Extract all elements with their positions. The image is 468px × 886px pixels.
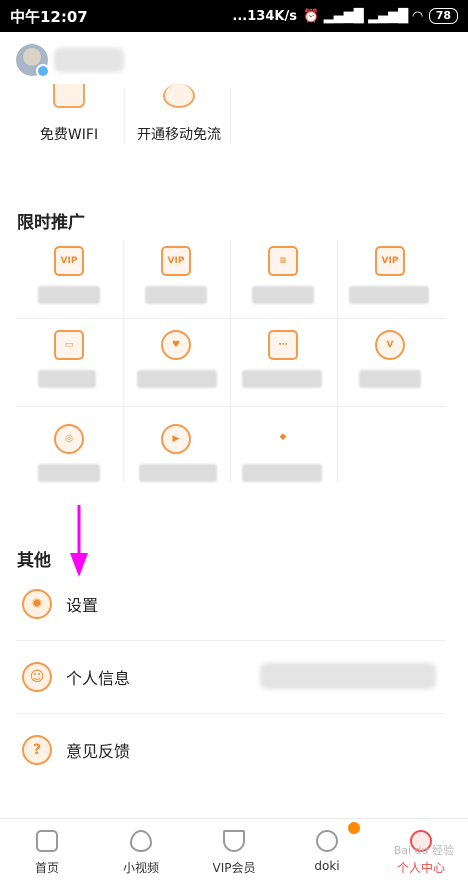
promo-grid: VIP VIP ≡ VIP ▭ ♥ ⋯ V ◎ ▶ ◆ [16,240,446,482]
annotation-arrow [70,505,88,577]
watermark: Bai du 经验 [393,844,454,857]
divider [337,240,338,482]
mobile-free-data-label: 开通移动免流 [137,127,221,143]
home-icon [36,830,58,852]
promo-item[interactable]: ♥ [123,324,229,404]
divider [123,240,124,482]
free-wifi-label: 免费WIFI [39,127,99,143]
username-redacted [54,48,124,72]
vip-crown-icon [223,830,245,852]
redacted-label [242,464,322,482]
network-speed: ...134K/s [232,8,297,24]
redacted-label [252,286,314,304]
nav-short-video[interactable]: 小视频 [94,819,188,886]
redacted-value [260,663,436,689]
redacted-label [139,464,217,482]
divider [16,318,446,319]
mobile-free-data-item[interactable]: 开通移动免流 [126,84,232,146]
redacted-label [359,370,421,388]
ticket-icon: ⋯ [268,330,298,360]
divider [124,88,125,144]
free-wifi-item[interactable]: 免费WIFI [16,84,122,146]
promo-item[interactable]: ▶ [123,418,229,498]
promo-item[interactable]: VIP [337,240,443,320]
promo-item[interactable]: ≡ [230,240,336,320]
vip-ticket-icon: VIP [375,246,405,276]
gift-vip-icon: VIP [54,246,84,276]
heart-shield-icon [163,84,195,108]
promo-item[interactable]: ◎ [16,418,122,498]
settings-label: 设置 [66,596,99,615]
personal-info-item[interactable]: ☺ 个人信息 [16,641,446,714]
redacted-label [38,286,100,304]
nav-short-video-label: 小视频 [122,861,159,875]
profile-header[interactable] [16,44,124,78]
nav-profile-label: 个人中心 [396,861,445,875]
feedback-label: 意见反馈 [66,742,131,761]
promo-item[interactable]: ⋯ [230,324,336,404]
checker-icon: ◆ [279,432,287,442]
nav-home[interactable]: 首页 [0,819,94,886]
drop-icon [130,830,152,852]
divider [16,406,446,407]
notification-dot [348,822,360,834]
gear-icon: ✹ [22,589,52,619]
heart-coin-icon: ♥ [161,330,191,360]
user-face-icon: ☺ [22,662,52,692]
avatar[interactable] [16,44,50,78]
redacted-label [38,464,100,482]
promo-section-title: 限时推广 [17,213,85,233]
status-time: 中午12:07 [10,7,88,26]
promo-item[interactable]: VIP [16,240,122,320]
redacted-label [137,370,217,388]
feedback-item[interactable]: ? 意见反馈 [16,714,446,786]
battery-icon: 78 [428,8,458,24]
promo-item[interactable]: ▭ [16,324,122,404]
top-services: 免费WIFI 开通移动免流 [16,84,452,146]
question-icon: ? [22,735,52,765]
nav-home-label: 首页 [34,861,59,875]
online-badge-icon [36,64,50,78]
personal-info-label: 个人信息 [66,669,131,688]
promo-item[interactable]: ◆ [230,418,336,498]
divider [230,88,231,144]
redacted-label [38,370,96,388]
nav-vip-label: VIP会员 [212,861,256,875]
promo-item[interactable]: V [337,324,443,404]
mascot-icon: ◎ [54,424,84,454]
doki-heart-icon [316,830,338,852]
redacted-label [242,370,322,388]
status-icons: ...134K/s ⏰ ▂▄▆█ ▂▄▆█ ◠ 78 [232,8,458,24]
promo-item[interactable]: VIP [123,240,229,320]
card-icon: ≡ [268,246,298,276]
redacted-label [145,286,207,304]
redacted-label [349,286,429,304]
wifi-card-icon [53,84,85,108]
divider [230,240,231,482]
coupon-icon: ▭ [54,330,84,360]
nav-vip[interactable]: VIP会员 [187,819,281,886]
play-circle-icon: ▶ [161,424,191,454]
v-badge-icon: V [375,330,405,360]
signal-icons: ⏰ ▂▄▆█ ▂▄▆█ ◠ [302,8,423,24]
nav-doki-label: doki [314,859,340,873]
settings-item[interactable]: ✹ 设置 [16,568,446,641]
status-bar: 中午12:07 ...134K/s ⏰ ▂▄▆█ ▂▄▆█ ◠ 78 [0,0,468,32]
vip-card-icon: VIP [161,246,191,276]
